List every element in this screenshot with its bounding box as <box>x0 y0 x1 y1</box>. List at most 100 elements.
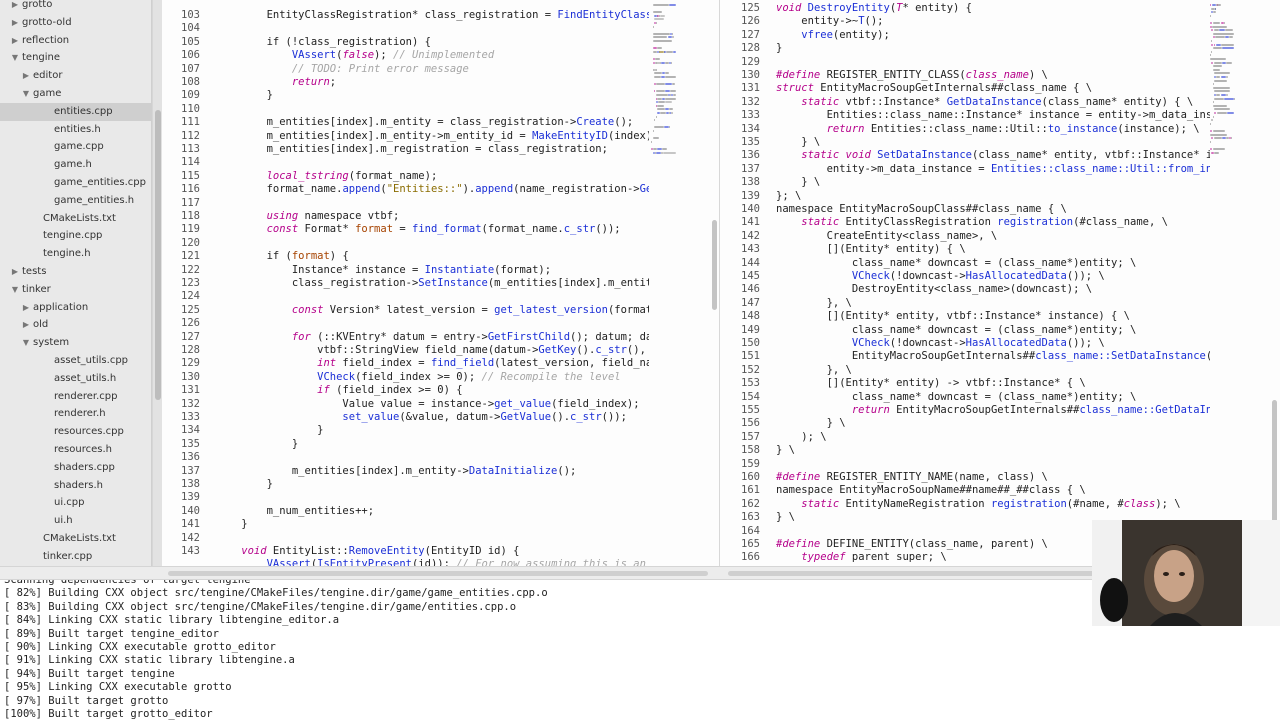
code-line[interactable]: Instance* instance = Instantiate(format)… <box>216 264 551 277</box>
chevron-right-icon[interactable]: ▶ <box>10 32 20 50</box>
code-line[interactable]: Value value = instance->get_value(field_… <box>216 398 639 411</box>
sidebar-item[interactable]: ▶ reflection <box>0 32 151 50</box>
chevron-down-icon[interactable]: ▼ <box>10 281 20 299</box>
code-line[interactable]: [](Entity* entity, vtbf::Instance* insta… <box>776 310 1130 323</box>
sidebar-item[interactable]: ▼ system <box>0 334 151 352</box>
chevron-right-icon[interactable]: ▶ <box>21 316 31 334</box>
sidebar-item[interactable]: renderer.cpp <box>0 388 151 406</box>
code-line[interactable]: namespace EntityMacroSoupClass##class_na… <box>776 203 1067 216</box>
code-line[interactable]: EntityMacroSoupGetInternals##class_name:… <box>776 350 1210 363</box>
editor-scrollbar[interactable] <box>710 0 718 566</box>
code-line[interactable]: m_entities[index].m_entity->DataInitiali… <box>216 465 577 478</box>
sidebar-item[interactable]: game.cpp <box>0 138 151 156</box>
code-line[interactable]: entity->m_data_instance = Entities::clas… <box>776 163 1210 176</box>
code-line[interactable]: VCheck(!downcast->HasAllocatedData()); \ <box>776 270 1105 283</box>
code-line[interactable]: class_name* downcast = (class_name*)enti… <box>776 257 1136 270</box>
editor-scrollbar[interactable] <box>1270 0 1278 566</box>
code-line[interactable]: set_value(&value, datum->GetValue().c_st… <box>216 411 627 424</box>
editor-scroll-thumb[interactable] <box>712 220 717 310</box>
code-line[interactable]: vtbf::StringView field_name(datum->GetKe… <box>216 344 649 357</box>
code-line[interactable]: static EntityNameRegistration registrati… <box>776 498 1180 511</box>
code-line[interactable]: void DestroyEntity(T* entity) { <box>776 2 972 15</box>
code-line[interactable]: class_name* downcast = (class_name*)enti… <box>776 324 1136 337</box>
sidebar-item[interactable]: shaders.h <box>0 477 151 495</box>
sidebar-item[interactable]: ▶ old <box>0 316 151 334</box>
sidebar-item[interactable]: ▼ tinker <box>0 281 151 299</box>
code-line[interactable]: vfree(entity); <box>776 29 890 42</box>
code-line[interactable]: } <box>216 438 298 451</box>
code-line[interactable]: }; \ <box>776 190 801 203</box>
code-line[interactable]: #define DEFINE_ENTITY(class_name, parent… <box>776 538 1048 551</box>
code-line[interactable]: typedef parent super; \ <box>776 551 946 564</box>
code-line[interactable]: class_name* downcast = (class_name*)enti… <box>776 391 1136 404</box>
sidebar-item[interactable]: asset_utils.h <box>0 370 151 388</box>
code-line[interactable]: #define REGISTER_ENTITY_NAME(name, class… <box>776 471 1048 484</box>
sidebar-scrollbar[interactable] <box>152 0 162 566</box>
code-line[interactable]: return Entities::class_name::Util::to_in… <box>776 123 1200 136</box>
sidebar-item[interactable]: renderer.h <box>0 405 151 423</box>
code-line[interactable]: for (::KVEntry* datum = entry->GetFirstC… <box>216 331 649 344</box>
code-line[interactable]: if (format) { <box>216 250 349 263</box>
code-line[interactable]: namespace EntityMacroSoupName##name##_##… <box>776 484 1086 497</box>
sidebar-item[interactable]: ▼ game <box>0 85 151 103</box>
sidebar-item[interactable]: ▶ editor <box>0 67 151 85</box>
sidebar-item[interactable]: ▶ grotto <box>0 0 151 14</box>
code-line[interactable]: } \ <box>776 444 795 457</box>
code-area[interactable]: void DestroyEntity(T* entity) { entity->… <box>776 0 1210 566</box>
sidebar-item[interactable]: tengine.h <box>0 245 151 263</box>
code-line[interactable]: #define REGISTER_ENTITY_CLASS(class_name… <box>776 69 1048 82</box>
sidebar-item[interactable]: resources.cpp <box>0 423 151 441</box>
sidebar-item[interactable]: game.h <box>0 156 151 174</box>
code-line[interactable]: CreateEntity<class_name>, \ <box>776 230 998 243</box>
code-line[interactable]: EntityClassRegistration* class_registrat… <box>216 9 649 22</box>
sidebar-item[interactable]: CMakeLists.txt <box>0 530 151 548</box>
chevron-down-icon[interactable]: ▼ <box>21 85 31 103</box>
code-line[interactable]: struct EntityMacroSoupGetInternals##clas… <box>776 82 1092 95</box>
code-line[interactable]: return EntityMacroSoupGetInternals##clas… <box>776 404 1210 417</box>
code-line[interactable]: const Format* format = find_format(forma… <box>216 223 621 236</box>
code-line[interactable]: m_entities[index].m_entity->m_entity_id … <box>216 130 649 143</box>
sidebar-item[interactable]: ▼ tengine <box>0 49 151 67</box>
chevron-down-icon[interactable]: ▼ <box>21 334 31 352</box>
code-line[interactable]: [](Entity* entity) { \ <box>776 243 966 256</box>
code-line[interactable]: VCheck(field_index >= 0); // Recompile t… <box>216 371 620 384</box>
left-pane-hscroll-thumb[interactable] <box>168 571 708 576</box>
code-line[interactable]: m_num_entities++; <box>216 505 374 518</box>
chevron-right-icon[interactable]: ▶ <box>21 67 31 85</box>
code-line[interactable]: local_tstring(format_name); <box>216 170 438 183</box>
sidebar-item[interactable]: CMakeLists.txt <box>0 210 151 228</box>
sidebar-item[interactable]: ui.h <box>0 512 151 530</box>
sidebar-scroll-thumb[interactable] <box>155 110 161 400</box>
editor-pane-right[interactable]: 125 126 127 128 129 130 131 132 133 134 135 136 137 1… <box>722 0 1280 566</box>
sidebar-item[interactable]: asset_utils.cpp <box>0 352 151 370</box>
code-line[interactable]: m_entities[index].m_entity = class_regis… <box>216 116 634 129</box>
code-line[interactable]: VAssert(IsEntityPresent(id)); // For now… <box>216 558 649 566</box>
sidebar-item[interactable]: ▶ tests <box>0 263 151 281</box>
minimap[interactable] <box>650 0 712 300</box>
code-line[interactable]: format_name.append("Entities::").append(… <box>216 183 649 196</box>
sidebar-item[interactable]: entities.h <box>0 121 151 139</box>
sidebar-item[interactable]: game_entities.h <box>0 192 151 210</box>
code-line[interactable]: } \ <box>776 511 795 524</box>
code-line[interactable]: }, \ <box>776 297 852 310</box>
code-line[interactable]: } <box>216 518 247 531</box>
right-pane-hscroll-thumb[interactable] <box>728 571 1118 576</box>
chevron-right-icon[interactable]: ▶ <box>10 0 20 14</box>
code-area[interactable]: EntityClassRegistration* class_registrat… <box>216 0 649 566</box>
code-line[interactable]: VAssert(false); // Unimplemented <box>216 49 494 62</box>
sidebar-item[interactable]: tinker.cpp <box>0 548 151 566</box>
code-line[interactable]: static vtbf::Instance* GetDataInstance(c… <box>776 96 1193 109</box>
sidebar-item[interactable]: resources.h <box>0 441 151 459</box>
chevron-right-icon[interactable]: ▶ <box>10 14 20 32</box>
code-line[interactable]: } <box>776 42 782 55</box>
chevron-down-icon[interactable]: ▼ <box>10 49 20 67</box>
code-line[interactable]: void EntityList::RemoveEntity(EntityID i… <box>216 545 519 558</box>
code-line[interactable]: const Version* latest_version = get_late… <box>216 304 649 317</box>
chevron-right-icon[interactable]: ▶ <box>10 263 20 281</box>
code-line[interactable]: } <box>216 424 323 437</box>
code-line[interactable]: Entities::class_name::Instance* instance… <box>776 109 1210 122</box>
code-line[interactable]: if (field_index >= 0) { <box>216 384 462 397</box>
code-line[interactable]: int field_index = find_field(latest_vers… <box>216 357 649 370</box>
code-line[interactable]: ); \ <box>776 431 826 444</box>
code-line[interactable]: return; <box>216 76 336 89</box>
